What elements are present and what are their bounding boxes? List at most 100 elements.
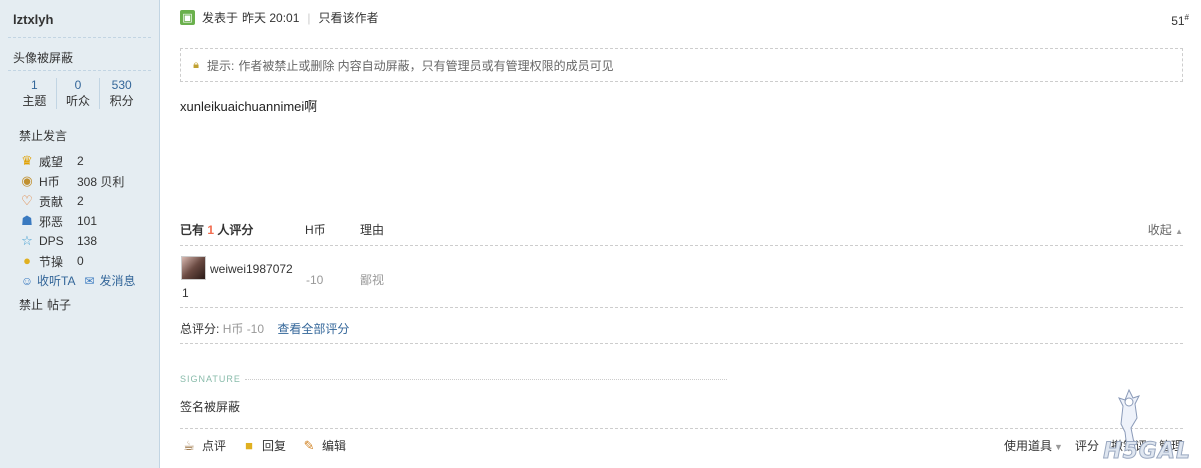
stat-followers[interactable]: 0 听众 — [57, 78, 101, 109]
attribute-value: 138 — [77, 234, 98, 248]
rating-header: 已有 1 人评分 H币 理由 收起 ▲ — [180, 214, 1183, 246]
attribute-name: DPS — [39, 234, 64, 248]
signature-label-text: SIGNATURE — [180, 374, 241, 384]
watermark-text: H5GAL — [1103, 439, 1191, 465]
rating-col-currency: H币 — [305, 223, 326, 237]
star-icon: ☆ — [21, 233, 33, 248]
post-actions-left: ☕︎ 点评 ■ 回复 ✎ 编辑 — [180, 437, 346, 454]
chevron-up-icon: ▲ — [1175, 227, 1183, 236]
floor-sup: # — [1184, 13, 1189, 22]
post-footer: ☕︎ 点评 ■ 回复 ✎ 编辑 使用道具▼ 评分 撤销评 管理 — [180, 428, 1183, 468]
attribute-row: ♛ 威望 2 — [19, 151, 124, 171]
post-main: ▣ 发表于 昨天 20:01 | 只看该作者 51# 🔒︎ 提示: 作者被禁止或… — [161, 0, 1201, 468]
view-all-ratings-link[interactable]: 查看全部评分 — [277, 322, 349, 336]
follow-button[interactable]: ☺ 收听TA — [19, 272, 76, 289]
only-author-link[interactable]: 只看该作者 — [319, 9, 379, 26]
attribute-value: 0 — [77, 254, 84, 268]
heart-icon: ♡ — [21, 193, 33, 208]
follow-label: 收听TA — [37, 274, 76, 288]
rater-avatar[interactable] — [181, 256, 206, 280]
coin-icon: ◉ — [21, 173, 33, 188]
attribute-name: 威望 — [39, 154, 64, 169]
rating-value: -10 — [306, 273, 324, 287]
mail-icon: ✉ — [84, 273, 95, 288]
stat-label: 积分 — [109, 94, 134, 108]
divider — [8, 70, 151, 71]
author-actions: ☺ 收听TA ✉ 发消息 — [19, 272, 136, 289]
floor-number[interactable]: 51# — [1171, 13, 1189, 28]
collapse-ratings-button[interactable]: 收起 ▲ — [1148, 221, 1183, 238]
comment-button[interactable]: ☕︎ 点评 — [180, 437, 226, 454]
attribute-row: ☆ DPS 138 — [19, 231, 124, 251]
comment-label: 点评 — [202, 439, 227, 453]
stat-threads[interactable]: 1 主题 — [13, 78, 57, 109]
rating-row: weiwei1987072 1 -10 鄙视 — [180, 256, 1183, 308]
use-item-dropdown[interactable]: 使用道具 ▼ — [1004, 437, 1063, 454]
posts-link[interactable]: 帖子 — [47, 298, 71, 312]
moderation-links: 禁止 帖子 — [19, 296, 75, 313]
collapse-label: 收起 — [1147, 223, 1172, 237]
post-content: xunleikuaichuannimei啊 — [180, 99, 318, 114]
ban-link[interactable]: 禁止 — [19, 298, 43, 312]
posted-prefix: 发表于 — [202, 11, 239, 25]
attribute-value: 2 — [77, 194, 84, 208]
rating-title-prefix: 已有 — [180, 223, 205, 237]
attribute-row: ☗ 邪恶 101 — [19, 211, 124, 231]
avatar-blocked-text: 头像被屏蔽 — [13, 51, 74, 65]
online-status-icon: ▣ — [180, 10, 195, 25]
stat-label: 听众 — [66, 94, 91, 108]
post-meta: ▣ 发表于 昨天 20:01 | 只看该作者 — [180, 9, 379, 26]
posted-time: 昨天 20:01 — [242, 11, 300, 25]
user-status: 禁止发言 — [19, 129, 68, 143]
bulb-icon: ● — [23, 253, 31, 268]
signature-label: SIGNATURE — [180, 374, 727, 384]
attribute-name: 节操 — [39, 254, 64, 269]
attribute-row: ♡ 贡献 2 — [19, 191, 124, 211]
rater-username-wrap[interactable]: 1 — [182, 286, 189, 300]
attribute-row: ● 节操 0 — [19, 251, 124, 271]
total-label: 总评分: — [180, 322, 220, 336]
signature-text: 签名被屏蔽 — [180, 400, 241, 414]
rating-title-suffix: 人评分 — [217, 223, 254, 237]
rating-title: 已有 1 人评分 — [180, 221, 305, 238]
attribute-value: 308 贝利 — [77, 174, 125, 189]
edit-button[interactable]: ✎ 编辑 — [300, 437, 346, 454]
attribute-row: ◉ H币 308 贝利 — [19, 171, 124, 191]
stat-points[interactable]: 530 积分 — [100, 78, 143, 109]
floor-num: 51 — [1171, 14, 1185, 28]
author-attributes: ♛ 威望 2 ◉ H币 308 贝利 ♡ 贡献 2 ☗ 邪恶 101 ☆ DPS… — [19, 151, 124, 271]
stat-value: 0 — [74, 78, 82, 92]
message-label: 发消息 — [99, 274, 136, 288]
attribute-value: 101 — [77, 214, 98, 228]
attribute-name: H币 — [39, 174, 60, 189]
site-watermark: H5GAL — [1076, 388, 1191, 468]
reply-button[interactable]: ■ 回复 — [240, 437, 286, 454]
attribute-name: 贡献 — [39, 194, 64, 209]
speech-bubble-icon: ■ — [245, 438, 253, 453]
rating-reason: 鄙视 — [360, 273, 385, 287]
stat-label: 主题 — [22, 94, 47, 108]
edit-label: 编辑 — [322, 439, 347, 453]
use-item-label: 使用道具 — [1004, 439, 1053, 453]
blocked-notice: 🔒︎ 提示: 作者被禁止或删除 内容自动屏蔽，只有管理员或有管理权限的成员可见 — [180, 48, 1183, 82]
reply-label: 回复 — [262, 439, 287, 453]
signature-divider — [244, 378, 727, 380]
rating-count: 1 — [207, 223, 215, 237]
notice-text: 作者被禁止或删除 内容自动屏蔽，只有管理员或有管理权限的成员可见 — [238, 58, 614, 73]
author-stats: 1 主题 0 听众 530 积分 — [13, 78, 143, 109]
attribute-name: 邪恶 — [39, 214, 64, 229]
rating-col-reason: 理由 — [360, 223, 385, 237]
caret-down-icon: ▼ — [1054, 442, 1063, 452]
rating-total: 总评分: H币 -10 查看全部评分 — [180, 318, 1183, 344]
follow-icon: ☺ — [20, 273, 34, 288]
stat-value: 530 — [111, 78, 132, 92]
notice-label: 提示: — [207, 58, 235, 73]
lock-icon: 🔒︎ — [193, 58, 199, 71]
author-username[interactable]: lztxlyh — [13, 12, 53, 27]
coffee-cup-icon: ☕︎ — [183, 437, 195, 453]
evil-icon: ☗ — [21, 213, 33, 228]
send-message-button[interactable]: ✉ 发消息 — [81, 272, 135, 289]
attribute-value: 2 — [77, 154, 84, 168]
author-sidebar: lztxlyh 头像被屏蔽 1 主题 0 听众 530 积分 禁止发言 ♛ 威望… — [0, 0, 160, 468]
divider — [8, 37, 151, 38]
